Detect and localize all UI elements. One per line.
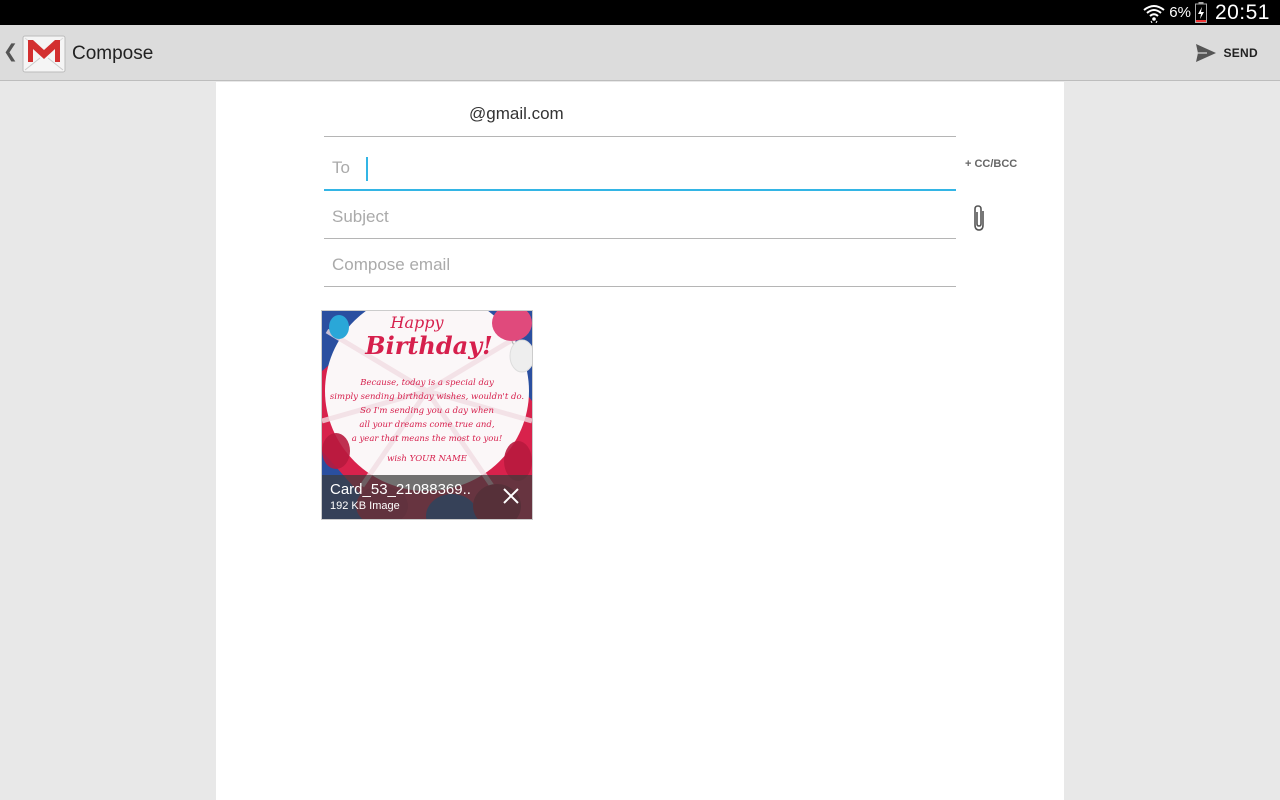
card-line: simply sending birthday wishes, wouldn't… — [330, 392, 524, 402]
clock: 20:51 — [1214, 0, 1270, 24]
send-label: SEND — [1223, 46, 1258, 60]
page-title: Compose — [72, 43, 154, 64]
card-line: all your dreams come true and, — [359, 420, 494, 430]
subject-placeholder: Subject — [332, 207, 389, 226]
card-birthday-text: Birthday! — [364, 331, 492, 360]
to-placeholder: To — [332, 158, 350, 177]
gmail-logo-icon[interactable] — [22, 32, 66, 74]
send-icon — [1196, 44, 1217, 62]
card-happy-text: Happy — [389, 313, 444, 332]
back-chevron-icon[interactable]: ❮ — [3, 41, 18, 62]
attachment-info-bar: Card_53_21088369.. 192 KB Image — [322, 475, 532, 519]
send-button[interactable]: SEND — [1195, 37, 1258, 69]
compose-card: @gmail.com To + CC/BCC Subject Compose e… — [216, 82, 1064, 800]
remove-attachment-icon[interactable] — [502, 487, 520, 505]
wifi-icon — [1143, 4, 1165, 23]
card-line: So I'm sending you a day when — [360, 406, 494, 416]
card-signoff: wish YOUR NAME — [387, 454, 468, 464]
to-field[interactable]: To — [324, 145, 956, 191]
status-bar: 6% 20:51 — [0, 0, 1280, 25]
action-bar: ❮ Compose SEND — [0, 25, 1280, 81]
attachment-tile[interactable]: Happy Birthday! Because, today is a spec… — [321, 310, 533, 520]
text-cursor — [366, 157, 368, 181]
attachment-name: Card_53_21088369.. — [330, 481, 471, 498]
subject-field[interactable]: Subject — [324, 195, 956, 239]
attachment-size: 192 KB Image — [330, 500, 400, 512]
battery-percentage: 6% — [1169, 4, 1191, 21]
from-field[interactable]: @gmail.com — [324, 82, 956, 137]
cc-bcc-button[interactable]: + CC/BCC — [965, 158, 1017, 170]
from-address: @gmail.com — [469, 104, 564, 123]
body-field[interactable]: Compose email — [324, 243, 956, 287]
attach-paperclip-icon[interactable] — [971, 204, 989, 232]
battery-charging-icon — [1194, 2, 1207, 23]
card-line: a year that means the most to you! — [352, 434, 503, 444]
body-placeholder: Compose email — [332, 255, 451, 274]
card-line: Because, today is a special day — [359, 378, 494, 388]
